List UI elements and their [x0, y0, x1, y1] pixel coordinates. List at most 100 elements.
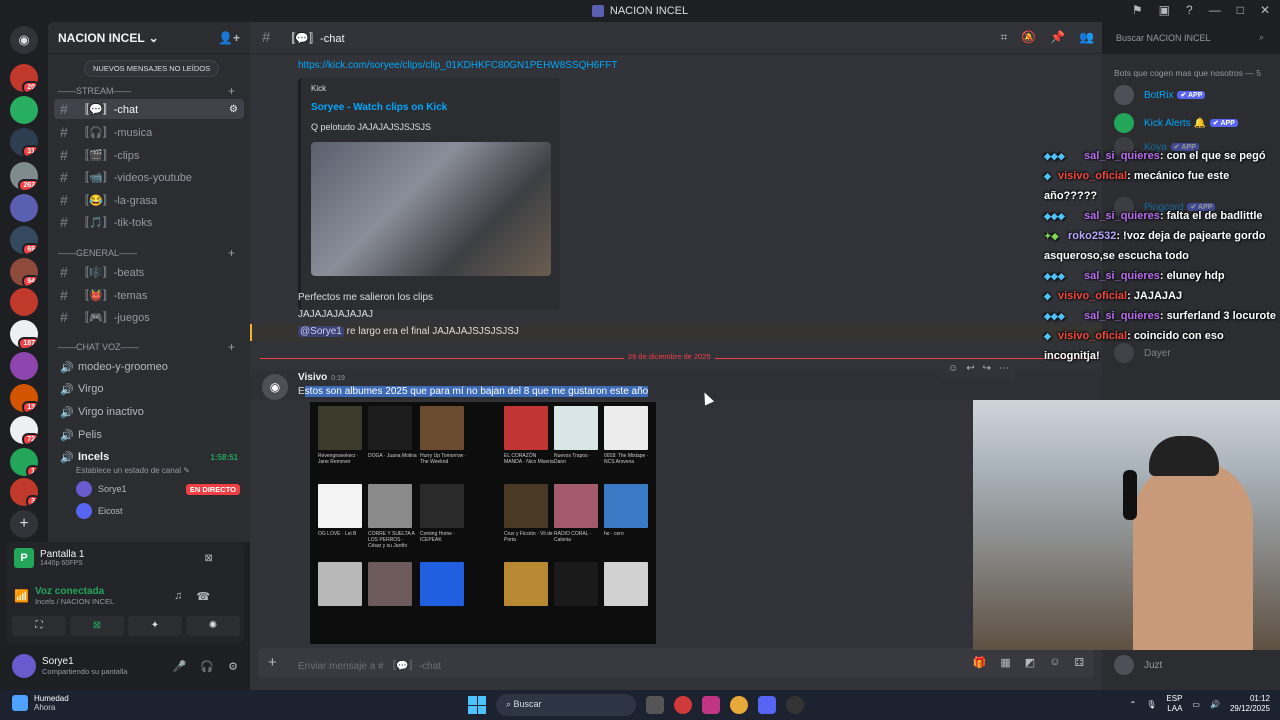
- activities-button[interactable]: ✦: [128, 616, 182, 636]
- channel-juegos[interactable]: # 〚🎮〛-juegos: [54, 307, 244, 327]
- settings-icon[interactable]: ⚙: [229, 104, 238, 115]
- voice-user-eicost[interactable]: Eicost: [76, 502, 240, 520]
- soundboard-icon[interactable]: ♫: [174, 590, 182, 602]
- clip-link[interactable]: https://kick.com/soryee/clips/clip_01KDH…: [298, 60, 618, 71]
- minimize-button[interactable]: —: [1209, 3, 1221, 17]
- screen-icon[interactable]: ▣: [1159, 3, 1170, 17]
- user-name[interactable]: Sorye1: [42, 656, 127, 667]
- disconnect-icon[interactable]: ☎: [196, 590, 210, 603]
- category-general[interactable]: ——GENERAL—— +: [58, 246, 235, 260]
- more-icon[interactable]: ⋯: [999, 363, 1009, 377]
- channel-videos-youtube[interactable]: # 〚📹〛-videos-youtube: [54, 167, 244, 187]
- instagram-icon[interactable]: [702, 696, 720, 714]
- forward-icon[interactable]: ↪: [983, 363, 991, 377]
- server-icon-9[interactable]: 187: [10, 320, 38, 348]
- obs-icon[interactable]: [786, 696, 804, 714]
- add-channel-icon[interactable]: +: [228, 246, 235, 260]
- clock-date: 29/12/2025: [1229, 704, 1270, 713]
- voice-channel-pelis[interactable]: 🔊 Pelis: [54, 425, 244, 445]
- volume-icon[interactable]: 🔊: [1210, 700, 1220, 709]
- gif-icon[interactable]: ▦: [1000, 656, 1010, 669]
- clock[interactable]: 01:12 29/12/2025: [1230, 694, 1270, 714]
- embed-thumbnail[interactable]: [311, 142, 551, 276]
- discord-avatar-icon[interactable]: ◉: [262, 374, 288, 400]
- add-channel-icon[interactable]: +: [228, 340, 235, 354]
- channel-chat[interactable]: # 〚💬〛-chat ⚙: [54, 99, 244, 119]
- server-icon-3[interactable]: 31: [10, 128, 38, 156]
- gift-icon[interactable]: 🎁: [973, 656, 987, 669]
- channel-musica[interactable]: # 〚🎧〛-musica: [54, 122, 244, 142]
- apps-icon[interactable]: ⚃: [1074, 656, 1084, 669]
- server-icon-8[interactable]: [10, 288, 38, 316]
- add-server-icon[interactable]: +: [10, 510, 38, 538]
- server-icon-10[interactable]: [10, 352, 38, 380]
- add-channel-icon[interactable]: +: [228, 84, 235, 98]
- stop-stream-icon[interactable]: ⊠: [204, 553, 212, 564]
- server-icon-14[interactable]: 3: [10, 478, 38, 506]
- help-icon[interactable]: ?: [1186, 3, 1193, 17]
- gear-icon[interactable]: ⚙: [228, 660, 238, 673]
- channel-status[interactable]: Establece un estado de canal ✎: [76, 466, 190, 475]
- author-name[interactable]: Visivo: [298, 372, 327, 383]
- discord-home-icon[interactable]: ◉: [10, 26, 38, 54]
- language-indicator[interactable]: ESP LAA: [1166, 694, 1182, 714]
- server-icon-4[interactable]: 263: [10, 162, 38, 190]
- taskbar-search[interactable]: ⌕ Buscar: [496, 694, 636, 716]
- channel-tik-toks[interactable]: # 〚🎵〛-tik-toks: [54, 212, 244, 232]
- headphones-icon[interactable]: 🎧: [200, 660, 214, 673]
- microphone-tray-icon[interactable]: 🎙: [1146, 700, 1156, 709]
- discord-icon[interactable]: [758, 696, 776, 714]
- server-icon-7[interactable]: 94: [10, 258, 38, 286]
- maximize-button[interactable]: □: [1237, 3, 1244, 17]
- sticker-icon[interactable]: ◩: [1025, 656, 1035, 669]
- voice-channel-virgo-inactivo[interactable]: 🔊 Virgo inactivo: [54, 402, 244, 422]
- react-icon[interactable]: ☺: [948, 363, 958, 377]
- reply-icon[interactable]: ↩: [966, 363, 974, 377]
- server-header[interactable]: NACION INCEL ⌄ 👤+: [48, 22, 250, 54]
- camera-off-button[interactable]: ⛶: [12, 616, 66, 636]
- category-chat-voz[interactable]: ——CHAT VOZ—— +: [58, 340, 235, 354]
- server-icon-6[interactable]: 69: [10, 226, 38, 254]
- member-kick-alerts[interactable]: Kick Alerts 🔔 ✔ APP: [1114, 112, 1238, 134]
- category-stream[interactable]: ——STREAM—— +: [58, 84, 235, 98]
- soundboard-button[interactable]: ✺: [186, 616, 240, 636]
- message-composer[interactable]: + Enviar mensaje a # 〚💬〛-chat 🎁 ▦ ◩ ☺ ⚃: [258, 648, 1094, 678]
- voice-channel-modeo[interactable]: 🔊 modeo-y-groomeo: [54, 357, 244, 377]
- voice-connected-label[interactable]: Voz conectada: [35, 586, 114, 597]
- add-attachment-icon[interactable]: +: [268, 654, 277, 671]
- channel-la-grasa[interactable]: # 〚😂〛-la-grasa: [54, 190, 244, 210]
- inbox-icon[interactable]: ⚑: [1132, 3, 1143, 17]
- close-button[interactable]: ✕: [1260, 3, 1270, 17]
- voice-user-sorye1[interactable]: Sorye1 EN DIRECTO: [76, 480, 240, 498]
- server-icon-13[interactable]: 1: [10, 448, 38, 476]
- embed-title[interactable]: Soryee - Watch clips on Kick: [311, 102, 447, 113]
- server-icon-videos[interactable]: 20: [10, 64, 38, 92]
- member-botrix[interactable]: BotRix ✔ APP: [1114, 84, 1206, 106]
- server-icon-11[interactable]: 13: [10, 384, 38, 412]
- avatar[interactable]: [12, 654, 36, 678]
- microphone-icon[interactable]: 🎤: [173, 660, 187, 673]
- server-icon-12[interactable]: 72: [10, 416, 38, 444]
- emoji-icon[interactable]: ☺: [1049, 656, 1060, 669]
- chevron-up-icon[interactable]: ⌃: [1130, 700, 1137, 709]
- share-screen-button[interactable]: ⊠: [70, 616, 124, 636]
- user-mention[interactable]: @Sorye1: [298, 326, 344, 337]
- app-icon-red[interactable]: [674, 696, 692, 714]
- album-collage-image[interactable]: Revengeseekerz · Jane Remover DOGA · Juan…: [310, 402, 656, 644]
- server-icon-green[interactable]: [10, 96, 38, 124]
- chrome-icon[interactable]: [730, 696, 748, 714]
- file-explorer-icon[interactable]: [646, 696, 664, 714]
- windows-start-icon[interactable]: [468, 696, 486, 714]
- voice-channel-virgo[interactable]: 🔊 Virgo: [54, 379, 244, 399]
- server-icon-nacion-incel[interactable]: [10, 194, 38, 222]
- channel-temas[interactable]: # 〚👹〛-temas: [54, 285, 244, 305]
- voice-channel-incels[interactable]: 🔊 Incels 1:58:51: [54, 447, 244, 467]
- invite-icon[interactable]: 👤+: [218, 31, 240, 45]
- weather-widget[interactable]: Humedad Ahora: [12, 694, 69, 712]
- channel-clips[interactable]: # 〚🎬〛-clips: [54, 145, 244, 165]
- channel-beats[interactable]: # 〚🎼〛-beats: [54, 262, 244, 282]
- search-input[interactable]: Buscar NACION INCEL ⌕: [1110, 28, 1270, 48]
- network-icon[interactable]: ▭: [1192, 700, 1200, 709]
- unread-messages-pill[interactable]: NUEVOS MENSAJES NO LEÍDOS: [84, 60, 220, 77]
- member-juzt[interactable]: Juzt: [1114, 654, 1162, 676]
